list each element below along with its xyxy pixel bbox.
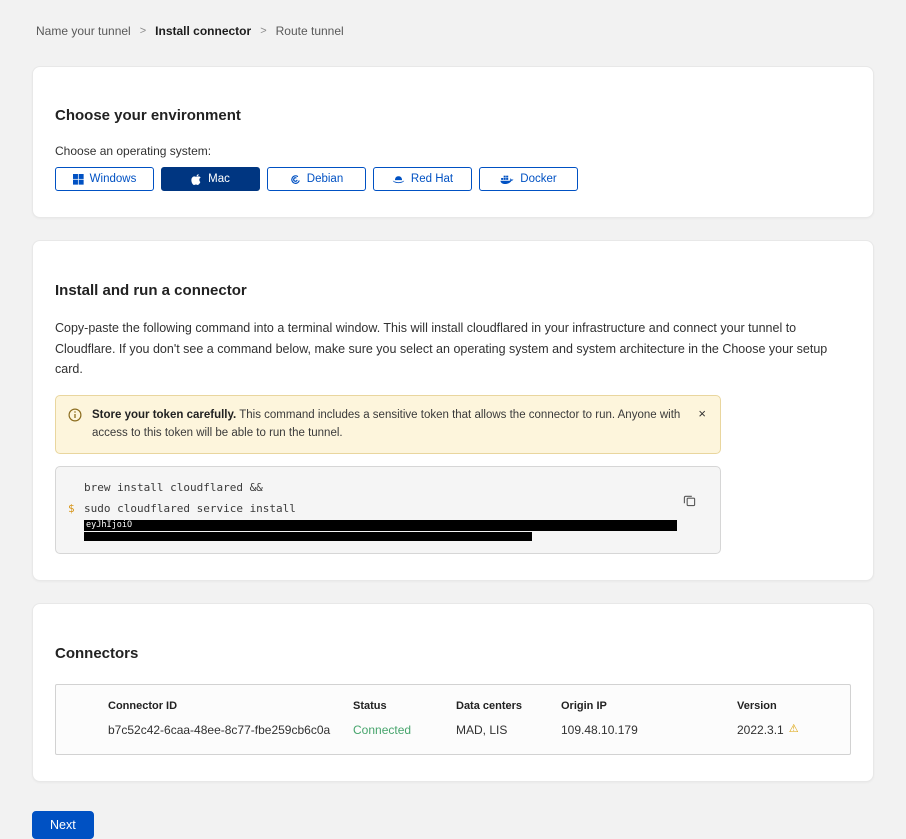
os-button-debian[interactable]: Debian bbox=[267, 167, 366, 191]
redacted-token-bar: eyJhIjoiO bbox=[84, 520, 677, 531]
os-button-label: Red Hat bbox=[411, 173, 453, 185]
column-header-connector-id: Connector ID bbox=[108, 700, 353, 712]
os-button-label: Debian bbox=[307, 173, 343, 185]
connectors-card: Connectors Connector ID Status Data cent… bbox=[32, 603, 874, 781]
redhat-icon bbox=[392, 174, 405, 185]
alert-text: Store your token carefully. This command… bbox=[92, 407, 680, 443]
next-button[interactable]: Next bbox=[32, 811, 94, 839]
copy-icon[interactable] bbox=[681, 492, 698, 512]
connector-id-cell: b7c52c42-6caa-48ee-8c77-fbe259cb6c0a bbox=[108, 723, 353, 737]
breadcrumb-step-install-connector: Install connector bbox=[155, 24, 251, 38]
column-header-version: Version bbox=[737, 700, 834, 712]
command-line-2: sudo cloudflared service install bbox=[84, 498, 706, 519]
status-badge: Connected bbox=[353, 723, 456, 737]
environment-card-title: Choose your environment bbox=[55, 107, 851, 125]
column-header-data-centers: Data centers bbox=[456, 700, 561, 712]
table-row[interactable]: b7c52c42-6caa-48ee-8c77-fbe259cb6c0a Con… bbox=[108, 723, 834, 737]
os-button-docker[interactable]: Docker bbox=[479, 167, 578, 191]
breadcrumb-separator: > bbox=[260, 25, 266, 37]
connectors-table: Connector ID Status Data centers Origin … bbox=[55, 684, 851, 755]
token-warning-alert: Store your token carefully. This command… bbox=[55, 395, 721, 455]
info-icon bbox=[68, 408, 82, 429]
column-header-status: Status bbox=[353, 700, 456, 712]
breadcrumb: Name your tunnel > Install connector > R… bbox=[0, 0, 906, 38]
command-line-1: brew install cloudflared && bbox=[84, 477, 706, 498]
os-button-label: Docker bbox=[520, 173, 556, 185]
debian-icon bbox=[290, 174, 301, 185]
connectors-card-title: Connectors bbox=[55, 645, 851, 663]
version-value: 2022.3.1 bbox=[737, 723, 784, 737]
breadcrumb-step-route-tunnel: Route tunnel bbox=[276, 24, 344, 38]
breadcrumb-separator: > bbox=[140, 25, 146, 37]
os-button-mac[interactable]: Mac bbox=[161, 167, 260, 191]
os-button-windows[interactable]: Windows bbox=[55, 167, 154, 191]
install-description: Copy-paste the following command into a … bbox=[55, 318, 850, 380]
warning-icon: ⚠ bbox=[789, 724, 799, 735]
os-button-label: Mac bbox=[208, 173, 230, 185]
data-centers-cell: MAD, LIS bbox=[456, 723, 561, 737]
token-prefix: eyJhIjoiO bbox=[86, 520, 132, 530]
os-button-label: Windows bbox=[90, 173, 137, 185]
version-cell: 2022.3.1 ⚠ bbox=[737, 723, 834, 737]
apple-icon bbox=[191, 173, 202, 186]
install-command-block: $ brew install cloudflared && sudo cloud… bbox=[55, 466, 721, 554]
windows-icon bbox=[73, 174, 84, 185]
environment-card: Choose your environment Choose an operat… bbox=[32, 66, 874, 218]
alert-title: Store your token carefully. bbox=[92, 409, 236, 421]
os-select-label: Choose an operating system: bbox=[55, 144, 851, 158]
breadcrumb-step-name-your-tunnel[interactable]: Name your tunnel bbox=[36, 24, 131, 38]
connectors-table-header: Connector ID Status Data centers Origin … bbox=[108, 700, 834, 712]
shell-prompt: $ bbox=[68, 477, 78, 541]
os-button-group: Windows Mac Debian Red Hat Docker bbox=[55, 167, 851, 191]
origin-ip-cell: 109.48.10.179 bbox=[561, 723, 737, 737]
redacted-token-bar bbox=[84, 532, 532, 541]
install-card: Install and run a connector Copy-paste t… bbox=[32, 240, 874, 581]
docker-icon bbox=[500, 174, 514, 185]
column-header-origin-ip: Origin IP bbox=[561, 700, 737, 712]
os-button-redhat[interactable]: Red Hat bbox=[373, 167, 472, 191]
install-card-title: Install and run a connector bbox=[55, 282, 851, 300]
command-lines: brew install cloudflared && sudo cloudfl… bbox=[84, 477, 706, 541]
close-icon[interactable]: × bbox=[696, 407, 708, 420]
